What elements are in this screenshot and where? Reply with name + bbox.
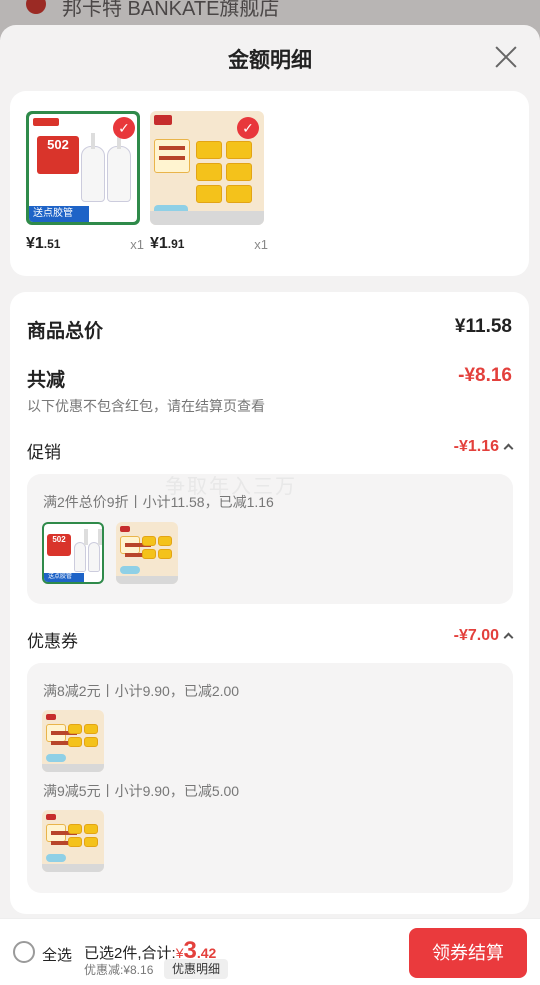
coupon-row[interactable]: 优惠券 -¥7.00: [27, 627, 514, 651]
soap-product-image: ✓: [150, 111, 264, 225]
soap-mini-image: [42, 810, 104, 872]
select-all-radio[interactable]: [13, 941, 35, 963]
product-item-soap[interactable]: ✓ ¥1.91 x1: [150, 111, 268, 252]
product-list-card: 502 送点胶管 ✓ ¥1.51 x1 ✓ ¥1.91 x1: [10, 91, 529, 276]
product-price: ¥1.91: [150, 235, 185, 252]
promotion-value: -¥1.16: [453, 438, 499, 455]
promotion-label: 促销: [27, 443, 61, 462]
total-price-row: 商品总价 ¥11.58: [27, 316, 512, 342]
reduce-row: 共减 -¥8.16: [27, 365, 512, 391]
store-icon: [26, 0, 46, 14]
discount-info: 优惠减:¥8.16: [84, 963, 154, 977]
price-detail-card: 商品总价 ¥11.58 共减 -¥8.16 以下优惠不包含红包，请在结算页查看 …: [10, 292, 529, 914]
reduce-note: 以下优惠不包含红包，请在结算页查看: [27, 398, 265, 414]
check-icon: ✓: [237, 117, 259, 139]
total-price-label: 商品总价: [27, 321, 104, 342]
product-qty: x1: [254, 237, 268, 252]
product-qty: x1: [130, 237, 144, 252]
select-all-label[interactable]: 全选: [42, 944, 72, 965]
reduce-label: 共减: [27, 370, 66, 391]
product-item-glue[interactable]: 502 送点胶管 ✓ ¥1.51 x1: [26, 111, 144, 252]
soap-mini-image: [42, 710, 104, 772]
store-name: 邦卡特 BANKATE旗舰店: [62, 0, 280, 20]
amount-detail-sheet: 金额明细 502 送点胶管 ✓ ¥1.51 x1 ✓ ¥1.91 x1 商品总价…: [0, 25, 540, 985]
reduce-value: -¥8.16: [458, 365, 512, 386]
coupon-rule: 满8减2元丨小计9.90，已减2.00: [43, 683, 240, 699]
sheet-title: 金额明细: [228, 49, 312, 72]
glue-mini-image: 502 送点胶管: [42, 522, 104, 584]
checkout-button[interactable]: 领券结算: [409, 928, 527, 978]
close-icon[interactable]: [494, 45, 518, 69]
product-price: ¥1.51: [26, 235, 61, 252]
coupon-rule: 满9减5元丨小计9.90，已减5.00: [43, 783, 240, 799]
soap-mini-image: [116, 522, 178, 584]
promotion-row[interactable]: 促销 -¥1.16: [27, 438, 514, 462]
coupon-value: -¥7.00: [453, 627, 499, 644]
coupon-label: 优惠券: [27, 632, 78, 651]
watermark-text: 争取年入三万: [165, 476, 297, 498]
checkout-bar: 全选 已选2件,合计:¥3.42 优惠减:¥8.16 优惠明细 领券结算: [0, 918, 540, 985]
coupon-box: 满8减2元丨小计9.90，已减2.00 满9减5元丨小计9.90，已减5.00: [27, 663, 513, 893]
sheet-header: 金额明细: [0, 25, 540, 91]
discount-detail-button[interactable]: 优惠明细: [164, 959, 229, 979]
chevron-up-icon[interactable]: [503, 443, 514, 454]
chevron-up-icon[interactable]: [503, 632, 514, 643]
total-price-value: ¥11.58: [454, 316, 512, 337]
glue-product-image: 502 送点胶管 ✓: [26, 111, 140, 225]
check-icon: ✓: [113, 117, 135, 139]
